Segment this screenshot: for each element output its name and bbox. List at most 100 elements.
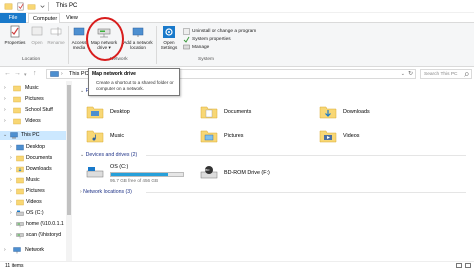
- open-button[interactable]: Open: [29, 25, 45, 45]
- open-label: Open: [31, 40, 43, 45]
- open-settings-label-2: Settings: [160, 45, 178, 50]
- ribbon: Properties Open Rename Location Access m…: [0, 23, 474, 67]
- sidebar-item-downloads[interactable]: › Downloads: [10, 165, 66, 174]
- downloads-icon: [16, 166, 24, 173]
- chevron-down-icon[interactable]: ⌄: [80, 88, 84, 94]
- search-input[interactable]: Search This PC: [420, 69, 472, 79]
- desktop-folder-icon: [86, 106, 104, 119]
- scrollbar-thumb[interactable]: [67, 85, 71, 215]
- rename-label: Rename: [47, 40, 65, 45]
- sidebar-item-label: Network: [25, 247, 45, 253]
- manage-button[interactable]: Manage: [183, 44, 219, 51]
- network-drive-icon: [16, 233, 24, 239]
- properties-button[interactable]: Properties: [3, 25, 27, 45]
- chevron-down-icon[interactable]: ⌄: [3, 131, 9, 140]
- recent-locations-icon[interactable]: ▾: [24, 71, 27, 79]
- folder-label: Downloads: [343, 109, 370, 115]
- status-bar: 11 items: [0, 261, 474, 269]
- ribbon-tabs: File Computer View: [0, 13, 474, 24]
- address-row: ← → ▾ ↑ › This PC ⌄ ↻ Search This PC: [0, 67, 474, 81]
- system-group-label: System: [198, 57, 214, 62]
- folder-documents[interactable]: Documents: [200, 103, 280, 125]
- details-view-icon[interactable]: [456, 263, 462, 268]
- section-divider: [146, 192, 466, 193]
- chevron-right-icon[interactable]: ›: [4, 84, 10, 93]
- videos-folder-icon: [319, 130, 337, 143]
- sidebar-item-videos[interactable]: › Videos: [10, 198, 66, 207]
- forward-arrow-icon[interactable]: →: [14, 70, 21, 78]
- properties-icon: [10, 25, 20, 38]
- sidebar-item-label: OS (C:): [26, 210, 44, 216]
- sidebar-scrollbar[interactable]: [66, 81, 72, 261]
- sidebar-item-label: Documents: [26, 155, 53, 161]
- drive-os-c[interactable]: OS (C:) 95.7 GB free of 456 GB: [86, 164, 196, 186]
- back-arrow-icon[interactable]: ←: [4, 70, 11, 78]
- add-network-location-button[interactable]: Add a network location: [121, 25, 155, 50]
- folder-label: Videos: [343, 133, 360, 139]
- sidebar-item-pictures[interactable]: › Pictures: [10, 187, 66, 196]
- address-path: This PC: [69, 71, 89, 77]
- chevron-right-icon[interactable]: ›: [80, 189, 82, 195]
- folder-desktop[interactable]: Desktop: [86, 103, 166, 125]
- sidebar-item-network[interactable]: › Network: [4, 246, 66, 255]
- folder-pictures[interactable]: Pictures: [200, 127, 280, 149]
- sidebar-item-scan-share[interactable]: › scan (\\historyd: [10, 231, 66, 240]
- folder-downloads[interactable]: Downloads: [319, 103, 399, 125]
- rename-icon: [50, 27, 62, 36]
- chevron-right-icon[interactable]: ›: [4, 117, 10, 126]
- refresh-icon[interactable]: ↻: [408, 70, 413, 77]
- sidebar-item-music[interactable]: › Music: [4, 84, 66, 93]
- media-icon: [73, 27, 85, 36]
- sidebar-item-label: This PC: [21, 132, 40, 138]
- large-icons-view-icon[interactable]: [465, 263, 471, 268]
- network-icon: [13, 247, 21, 254]
- uninstall-program-label: Uninstall or change a program: [192, 29, 257, 34]
- desktop-icon: [16, 144, 24, 151]
- drive-usage-fill: [111, 173, 168, 176]
- sidebar-item-desktop[interactable]: › Desktop: [10, 143, 66, 152]
- tab-file[interactable]: File: [0, 13, 26, 23]
- search-icon: [464, 72, 469, 77]
- access-media-label-2: media: [72, 45, 86, 50]
- sidebar-item-this-pc[interactable]: ⌄ This PC: [0, 131, 66, 140]
- up-arrow-icon[interactable]: ↑: [33, 70, 37, 78]
- sidebar-item-home-share[interactable]: › home (\\10.0.1.1: [10, 220, 66, 229]
- chevron-right-icon[interactable]: ›: [4, 246, 10, 255]
- chevron-down-icon[interactable]: ⌄: [401, 71, 405, 77]
- drive-usage-bar: [110, 172, 184, 177]
- system-properties-button[interactable]: System properties: [183, 36, 243, 43]
- devices-section-header[interactable]: ⌄ Devices and drives (2): [80, 152, 137, 158]
- folder-videos[interactable]: Videos: [319, 127, 399, 149]
- sidebar-item-pictures[interactable]: › Pictures: [4, 95, 66, 104]
- sidebar-item-label: School Stuff: [25, 107, 53, 113]
- sidebar-item-videos[interactable]: › Videos: [4, 117, 66, 126]
- sidebar-item-documents[interactable]: › Documents: [10, 154, 66, 163]
- sidebar-item-label: Downloads: [26, 166, 52, 172]
- open-settings-button[interactable]: Open Settings: [157, 25, 181, 50]
- network-locations-section-header[interactable]: › Network locations (3): [80, 189, 132, 195]
- chevron-down-icon[interactable]: ⌄: [80, 152, 84, 158]
- sidebar-item-label: Videos: [26, 199, 42, 205]
- quick-access-dropdown-icon[interactable]: [38, 2, 47, 11]
- folder-music[interactable]: Music: [86, 127, 166, 149]
- tab-view[interactable]: View: [62, 13, 82, 23]
- open-icon: [31, 26, 43, 36]
- sidebar-item-label: Music: [25, 85, 39, 91]
- uninstall-program-button[interactable]: Uninstall or change a program: [183, 28, 263, 35]
- drive-bd-rom-f[interactable]: BD BD-ROM Drive (F:): [200, 164, 310, 186]
- folder-label: Documents: [224, 109, 252, 115]
- network-drive-icon: [16, 222, 24, 228]
- sidebar-item-music[interactable]: › Music: [10, 176, 66, 185]
- music-icon: [13, 85, 21, 92]
- sidebar-item-os-c[interactable]: › OS (C:): [10, 209, 66, 218]
- devices-header-label: Devices and drives (2): [85, 152, 138, 158]
- new-folder-quick-icon[interactable]: [27, 2, 36, 11]
- properties-label: Properties: [4, 40, 26, 45]
- navigation-pane: › Music › Pictures › School Stuff › Vide…: [0, 81, 72, 261]
- properties-quick-icon[interactable]: [16, 2, 25, 11]
- chevron-right-icon[interactable]: ›: [4, 106, 10, 115]
- folder-icon: [13, 107, 21, 114]
- rename-button[interactable]: Rename: [46, 25, 66, 45]
- sidebar-item-school-stuff[interactable]: › School Stuff: [4, 106, 66, 115]
- chevron-right-icon[interactable]: ›: [4, 95, 10, 104]
